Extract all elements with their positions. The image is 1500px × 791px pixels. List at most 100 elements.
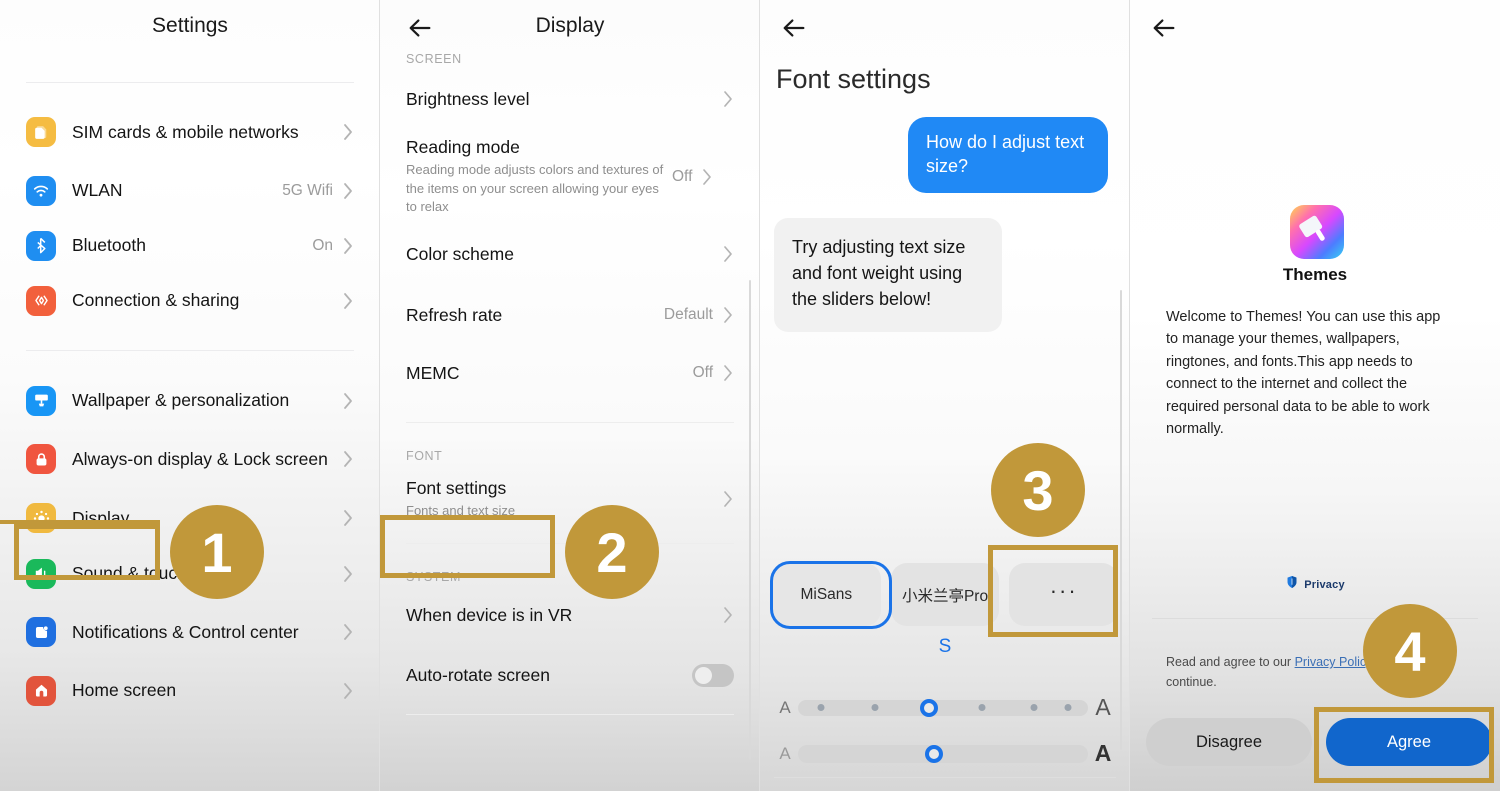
text-size-slider-knob[interactable]: [919, 698, 938, 717]
consent-button-row: Disagree Agree: [1146, 718, 1492, 766]
sidebar-item-home-screen[interactable]: Home screen: [0, 663, 380, 718]
privacy-badge-label: Privacy: [1304, 578, 1345, 591]
text-size-slider[interactable]: A A: [772, 694, 1118, 721]
chevron-right-icon: [343, 392, 354, 410]
connection-sharing-icon: [26, 285, 56, 316]
bluetooth-icon: [26, 230, 56, 261]
chevron-right-icon: [343, 623, 354, 641]
chevron-right-icon: [702, 168, 713, 186]
sidebar-item-label: Home screen: [72, 680, 177, 701]
divider: [406, 714, 734, 715]
sidebar-item-display[interactable]: Display: [0, 490, 380, 546]
chevron-right-icon: [723, 606, 734, 624]
sidebar-item-value: 5G Wifi: [282, 181, 333, 199]
slider-tick: [1030, 704, 1038, 711]
row-value: Off: [672, 168, 693, 185]
divider: [1152, 618, 1478, 619]
sidebar-item-always-on-display[interactable]: Always-on display & Lock screen: [0, 428, 380, 490]
sidebar-item-label: Sound & touch: [72, 563, 187, 584]
sidebar-item-label: Wallpaper & personalization: [72, 390, 290, 411]
chevron-right-icon: [723, 90, 734, 108]
font-weight-track[interactable]: [798, 744, 1088, 763]
font-settings-header: [760, 0, 1130, 56]
disagree-button[interactable]: Disagree: [1146, 718, 1312, 766]
back-arrow-icon[interactable]: [1150, 14, 1178, 42]
font-weight-bold-glyph: A: [1094, 740, 1112, 766]
font-family-selector: MiSans 小米兰亭Pro ···: [772, 563, 1119, 626]
display-row-memc[interactable]: MEMC Off: [380, 344, 760, 402]
chevron-right-icon: [343, 123, 354, 141]
row-subtitle: Fonts and text size: [406, 502, 516, 518]
slider-tick: [817, 704, 825, 711]
home-icon: [26, 675, 56, 706]
annotation-line: [0, 520, 160, 524]
display-row-font-settings[interactable]: Font settings Fonts and text size: [380, 463, 760, 535]
privacy-shield-icon: [1285, 575, 1299, 594]
wallpaper-icon: [26, 385, 56, 416]
agree-button[interactable]: Agree: [1326, 718, 1492, 766]
page-title: Display: [535, 14, 605, 37]
themes-app-name: Themes: [1282, 265, 1348, 284]
display-row-brightness-level[interactable]: Brightness level: [380, 66, 760, 132]
row-title: Auto-rotate screen: [406, 664, 550, 685]
sidebar-item-label: Display: [72, 507, 130, 528]
themes-app-icon: [1290, 205, 1344, 259]
notifications-icon: [26, 617, 56, 647]
chevron-right-icon: [343, 509, 354, 527]
chevron-right-icon: [343, 182, 354, 200]
slider-tick: [1064, 704, 1072, 711]
section-caption-system: SYSTEM: [406, 570, 461, 584]
font-weight-slider-knob[interactable]: [925, 744, 944, 763]
sidebar-item-label: SIM cards & mobile networks: [72, 121, 299, 142]
sidebar-item-label: WLAN: [72, 180, 123, 201]
sidebar-item-label: Connection & sharing: [72, 290, 240, 311]
font-chip-misans[interactable]: MiSans: [772, 563, 881, 626]
display-row-vr[interactable]: When device is in VR: [380, 584, 760, 646]
privacy-policy-link[interactable]: Privacy Policy: [1295, 655, 1373, 669]
settings-header: Settings: [0, 0, 380, 56]
chevron-right-icon: [723, 306, 734, 324]
sidebar-item-sound-touch[interactable]: Sound & touch: [0, 546, 380, 601]
scrollbar-font-panel[interactable]: [1120, 290, 1122, 750]
back-arrow-icon[interactable]: [780, 14, 808, 42]
auto-rotate-toggle[interactable]: [692, 663, 734, 687]
row-title: Color scheme: [406, 243, 514, 264]
more-fonts-chip[interactable]: ···: [1009, 563, 1119, 626]
display-row-color-scheme[interactable]: Color scheme: [380, 222, 760, 286]
row-title: Refresh rate: [406, 304, 503, 325]
sidebar-item-notifications[interactable]: Notifications & Control center: [0, 601, 380, 663]
sim-card-icon: [26, 117, 56, 147]
page-title: Settings: [152, 14, 228, 37]
sidebar-item-label: Bluetooth: [72, 235, 146, 256]
text-size-track[interactable]: [798, 698, 1088, 717]
chat-bubble-assistant: Try adjusting text size and font weight …: [774, 218, 1002, 333]
font-weight-slider[interactable]: A A: [772, 740, 1118, 767]
display-row-refresh-rate[interactable]: Refresh rate Default: [380, 286, 760, 344]
privacy-badge: Privacy: [1130, 575, 1500, 594]
tutorial-screenshot: Settings SIM cards & mobile networks WLA…: [0, 0, 1500, 791]
chevron-right-icon: [343, 450, 354, 468]
text-size-indicator: S: [938, 636, 952, 657]
chevron-right-icon: [343, 682, 354, 700]
row-value: Default: [663, 306, 713, 323]
sidebar-item-connection-sharing[interactable]: Connection & sharing: [0, 273, 380, 328]
sidebar-item-wallpaper[interactable]: Wallpaper & personalization: [0, 373, 380, 428]
sidebar-item-sim-cards[interactable]: SIM cards & mobile networks: [0, 101, 380, 163]
chat-bubble-user: How do I adjust text size?: [908, 117, 1108, 193]
font-chip-xiaomi-lanting-pro[interactable]: 小米兰亭Pro: [890, 563, 1000, 626]
row-title: When device is in VR: [406, 604, 573, 625]
sidebar-item-bluetooth[interactable]: Bluetooth On: [0, 218, 380, 273]
display-row-reading-mode[interactable]: Reading mode Reading mode adjusts colors…: [380, 132, 760, 222]
row-subtitle: Reading mode adjusts colors and textures…: [406, 162, 664, 215]
consent-note-prefix: Read and agree to our: [1166, 655, 1295, 669]
chevron-right-icon: [723, 245, 734, 263]
sidebar-item-label: Notifications & Control center: [72, 621, 299, 642]
page-title: Font settings: [776, 64, 931, 94]
scrollbar-display-panel[interactable]: [749, 280, 751, 760]
sidebar-item-label: Always-on display & Lock screen: [72, 448, 328, 469]
speaker-icon: [26, 558, 56, 589]
row-title: Brightness level: [406, 88, 530, 109]
divider: [774, 777, 1116, 778]
display-row-auto-rotate[interactable]: Auto-rotate screen: [380, 646, 760, 704]
sidebar-item-wlan[interactable]: WLAN 5G Wifi: [0, 163, 380, 218]
